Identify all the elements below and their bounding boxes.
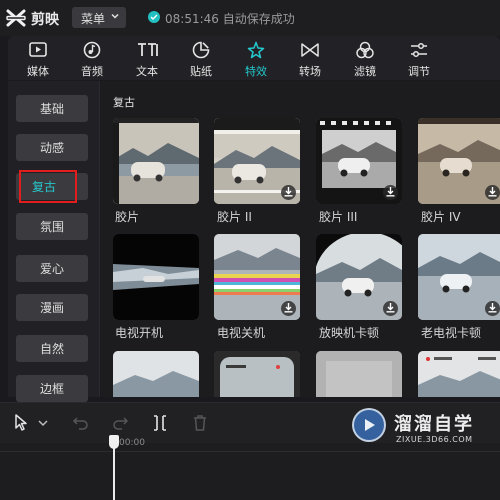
- adjust-icon: [411, 42, 427, 58]
- category-label: 动感: [39, 141, 64, 155]
- effect-label: 胶片: [115, 210, 140, 224]
- app-name: 剪映: [31, 12, 59, 28]
- category-dynamic[interactable]: 动感: [16, 134, 88, 161]
- effect-card[interactable]: [418, 351, 500, 397]
- timecode-label: 00:00: [119, 438, 145, 448]
- tab-filter-label: 滤镜: [354, 65, 376, 78]
- section-title: 复古: [113, 96, 135, 109]
- tab-transition[interactable]: 转场: [282, 36, 338, 80]
- effect-thumbnail: [113, 118, 199, 204]
- effect-card-tv-on[interactable]: [113, 234, 199, 320]
- download-icon[interactable]: [383, 185, 398, 200]
- effect-card[interactable]: [316, 351, 402, 397]
- app-logo-icon: [6, 9, 26, 27]
- download-icon[interactable]: [485, 301, 500, 316]
- tab-adjust-label: 调节: [408, 65, 430, 78]
- tab-audio[interactable]: 音频: [64, 36, 120, 80]
- sticker-icon: [192, 41, 210, 59]
- split-icon[interactable]: [150, 413, 170, 433]
- download-icon[interactable]: [281, 301, 296, 316]
- watermark-url: ZIXUE.3D66.COM: [396, 435, 473, 444]
- effect-card[interactable]: [214, 351, 300, 397]
- tab-transition-label: 转场: [299, 65, 321, 78]
- category-comic[interactable]: 漫画: [16, 294, 88, 321]
- tab-sticker[interactable]: 贴纸: [173, 36, 229, 80]
- effect-card-tv-off[interactable]: [214, 234, 300, 320]
- save-success-icon: [148, 11, 160, 23]
- watermark-logo-icon: [352, 408, 386, 442]
- effect-card-film[interactable]: [113, 118, 199, 204]
- audio-icon: [83, 41, 101, 59]
- tab-media[interactable]: 媒体: [10, 36, 66, 80]
- category-label: 自然: [39, 342, 64, 356]
- media-icon: [29, 42, 47, 57]
- filter-icon: [356, 41, 374, 59]
- effect-card-film-2[interactable]: [214, 118, 300, 204]
- effect-card-film-3[interactable]: [316, 118, 402, 204]
- title-bar: 剪映 菜单 08:51:46 自动保存成功: [0, 0, 500, 36]
- select-cursor-icon[interactable]: [12, 413, 32, 433]
- effect-label: 电视关机: [217, 326, 266, 340]
- tab-media-label: 媒体: [27, 65, 49, 78]
- effect-label: 老电视卡顿: [421, 326, 482, 340]
- category-label: 爱心: [39, 262, 64, 276]
- tab-text[interactable]: 文本: [119, 36, 175, 80]
- effect-card-film-4[interactable]: [418, 118, 500, 204]
- tab-audio-label: 音频: [81, 65, 103, 78]
- effect-card-projector-stutter[interactable]: [316, 234, 402, 320]
- menu-button-label: 菜单: [81, 12, 106, 26]
- effect-thumbnail: [214, 351, 300, 397]
- category-label: 基础: [39, 102, 64, 116]
- category-border[interactable]: 边框: [16, 375, 88, 402]
- effect-card-old-tv-stutter[interactable]: [418, 234, 500, 320]
- redo-icon[interactable]: [110, 413, 130, 433]
- delete-icon[interactable]: [190, 413, 210, 433]
- category-nature[interactable]: 自然: [16, 335, 88, 362]
- chevron-down-icon: [111, 13, 119, 19]
- effect-label: 胶片 IV: [421, 210, 461, 224]
- effect-category-list: 基础 动感 复古 氛围 爱心 漫画 自然 边框: [8, 81, 100, 402]
- download-icon[interactable]: [383, 301, 398, 316]
- tab-sticker-label: 贴纸: [190, 65, 212, 78]
- effect-label: 胶片 III: [319, 210, 358, 224]
- category-basic[interactable]: 基础: [16, 95, 88, 122]
- effect-thumbnail: [418, 351, 500, 397]
- tab-adjust[interactable]: 调节: [391, 36, 447, 80]
- transition-icon: [301, 43, 319, 57]
- asset-toolbar: 媒体 音频 文本 贴纸 特效 转场 滤镜 调节: [8, 36, 500, 80]
- tab-effects-label: 特效: [245, 65, 267, 78]
- effect-label: 放映机卡顿: [319, 326, 380, 340]
- download-icon[interactable]: [281, 185, 296, 200]
- selection-highlight: [19, 170, 77, 203]
- effect-label: 电视开机: [115, 326, 164, 340]
- watermark-title: 溜溜自学: [394, 414, 474, 435]
- effect-thumbnail: [113, 234, 199, 320]
- autosave-time: 08:51:46: [165, 12, 219, 26]
- chevron-down-icon[interactable]: [33, 413, 53, 433]
- effect-label: 胶片 II: [217, 210, 252, 224]
- tab-effects[interactable]: 特效: [228, 36, 284, 80]
- autosave-text: 自动保存成功: [222, 12, 295, 26]
- category-love[interactable]: 爱心: [16, 255, 88, 282]
- effects-grid: 复古 胶片 胶片 II 胶片 III 胶片 IV 电视开机 电视关机 放映机卡顿…: [101, 81, 500, 397]
- category-label: 漫画: [39, 301, 64, 315]
- effects-icon: [247, 41, 265, 59]
- text-icon: [138, 43, 158, 56]
- tab-text-label: 文本: [136, 65, 158, 78]
- category-label: 氛围: [39, 220, 64, 234]
- watermark: 溜溜自学 ZIXUE.3D66.COM: [350, 404, 500, 464]
- effect-thumbnail: [113, 351, 199, 397]
- effect-card[interactable]: [113, 351, 199, 397]
- category-atmosphere[interactable]: 氛围: [16, 213, 88, 240]
- menu-button[interactable]: 菜单: [72, 7, 126, 28]
- undo-icon[interactable]: [71, 413, 91, 433]
- category-label: 边框: [39, 382, 64, 396]
- effect-thumbnail: [316, 351, 402, 397]
- download-icon[interactable]: [485, 185, 500, 200]
- tab-filter[interactable]: 滤镜: [337, 36, 393, 80]
- playhead-handle[interactable]: [109, 435, 119, 449]
- autosave-status: 08:51:46 自动保存成功: [165, 10, 295, 27]
